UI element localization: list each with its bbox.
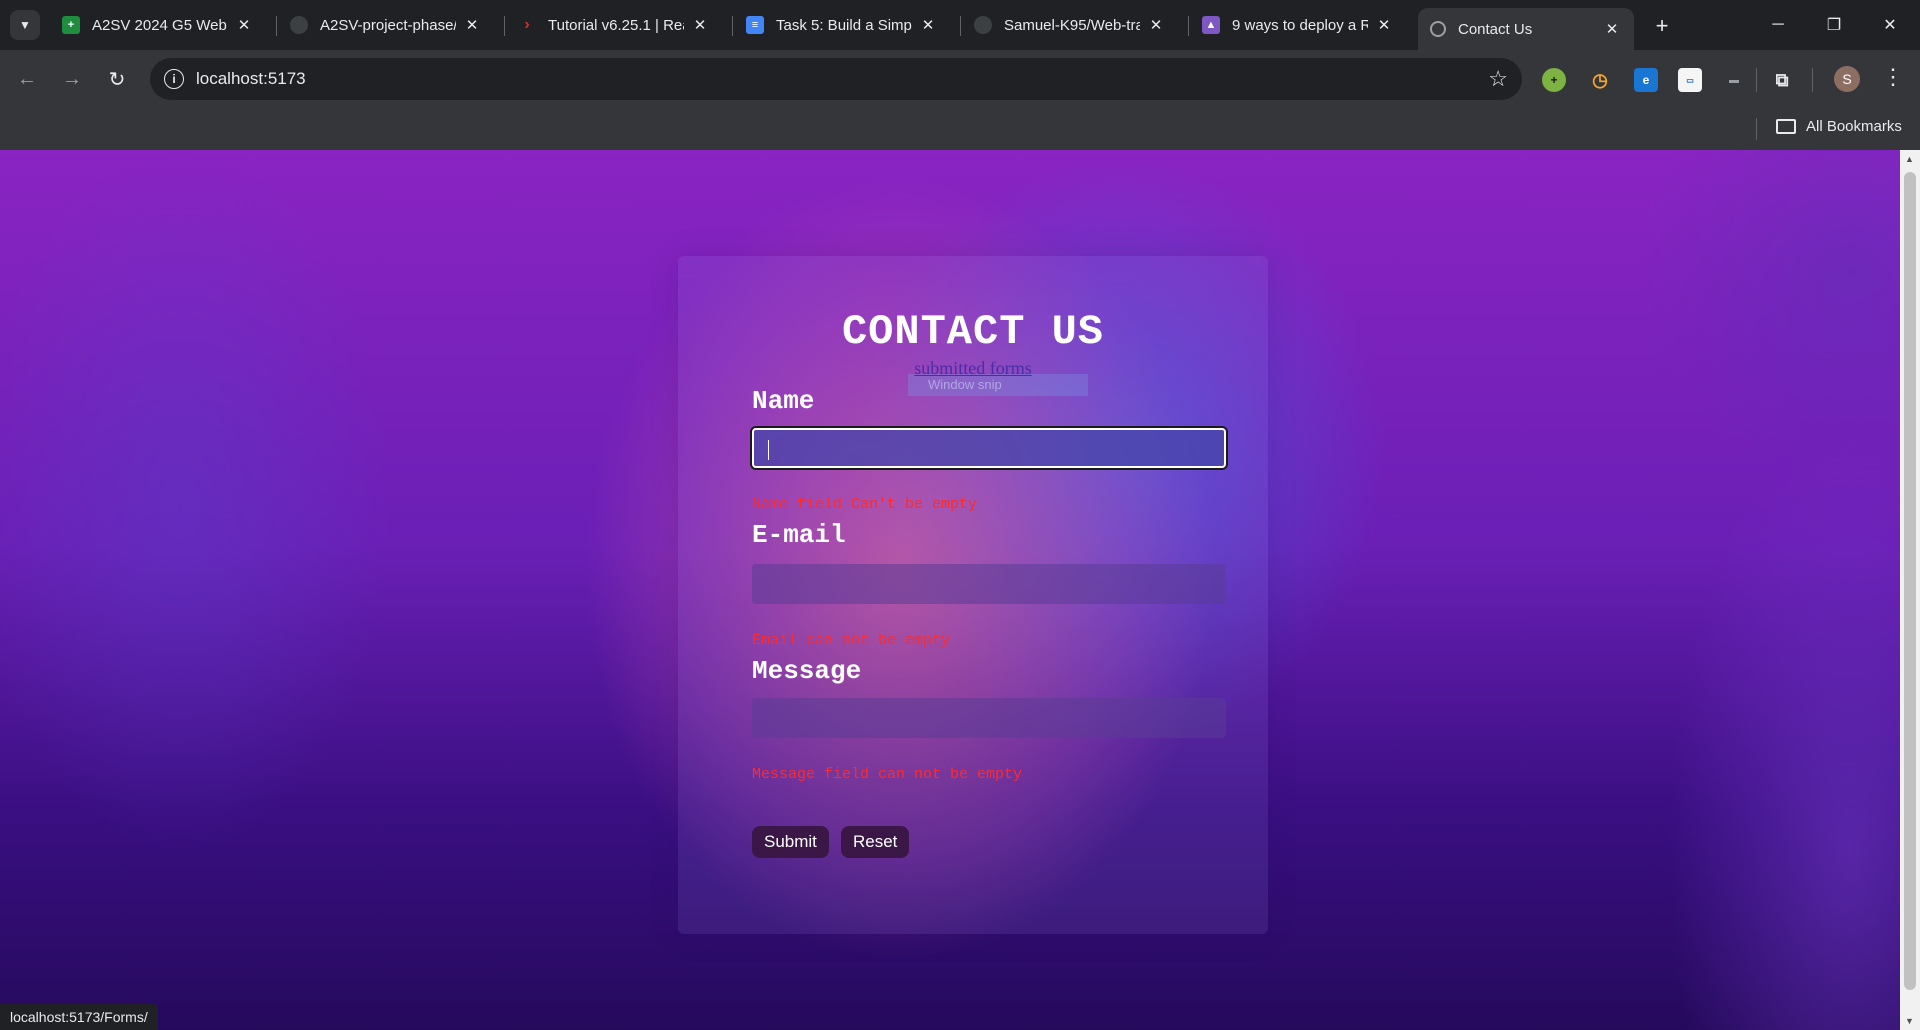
scroll-up-icon[interactable]: ▲ <box>1905 154 1914 164</box>
email-error: Email can not be empty <box>752 632 951 649</box>
tab-title: A2SV-project-phase/ <box>320 16 456 34</box>
folder-icon <box>1776 119 1796 134</box>
docs-icon: ≡ <box>746 16 764 34</box>
message-field[interactable] <box>752 698 1226 738</box>
sheets-icon: + <box>62 16 80 34</box>
minimize-button[interactable]: ─ <box>1750 0 1806 50</box>
tab-search-button[interactable]: ▼ <box>10 10 40 40</box>
tab-deploy[interactable]: ▲ 9 ways to deploy a R ✕ <box>1190 8 1406 42</box>
more-menu-icon[interactable]: ⋮ <box>1882 64 1904 90</box>
email-field[interactable] <box>752 564 1226 604</box>
tab-divider <box>1188 16 1189 36</box>
tab-task5[interactable]: ≡ Task 5: Build a Simple ✕ <box>734 8 950 42</box>
status-bar-url: localhost:5173/Forms/ <box>0 1004 158 1030</box>
site-info-icon[interactable]: i <box>164 69 184 89</box>
tab-tutorial[interactable]: › Tutorial v6.25.1 | Rea ✕ <box>506 8 722 42</box>
profile-avatar[interactable]: S <box>1834 66 1860 92</box>
tab-contact-us[interactable]: Contact Us ✕ <box>1418 8 1634 50</box>
extension-plus-icon[interactable]: + <box>1542 68 1566 92</box>
github-icon <box>290 16 308 34</box>
all-bookmarks-label: All Bookmarks <box>1806 118 1902 135</box>
all-bookmarks-button[interactable]: All Bookmarks <box>1776 118 1902 135</box>
tab-title: A2SV 2024 G5 Web L <box>92 16 228 34</box>
tab-a2sv-project[interactable]: A2SV-project-phase/ ✕ <box>278 8 494 42</box>
email-label: E-mail <box>752 520 846 550</box>
tab-title: Task 5: Build a Simple <box>776 16 912 34</box>
arrow-left-icon: ← <box>17 67 37 90</box>
submit-button[interactable]: Submit <box>752 826 829 858</box>
github-icon <box>974 16 992 34</box>
close-icon[interactable]: ✕ <box>1374 15 1394 35</box>
name-label: Name <box>752 386 815 416</box>
extensions-puzzle-icon[interactable]: ⧉ <box>1770 68 1794 92</box>
message-error: Message field can not be empty <box>752 766 1023 783</box>
forward-button[interactable]: → <box>57 64 87 94</box>
extension-box-icon[interactable]: ▭ <box>1678 68 1702 92</box>
close-icon[interactable]: ✕ <box>690 15 710 35</box>
tab-divider <box>960 16 961 36</box>
name-field[interactable] <box>752 428 1226 468</box>
reload-icon: ↻ <box>108 68 126 91</box>
address-url[interactable]: localhost:5173 <box>196 69 306 89</box>
toolbar-divider <box>1756 68 1757 92</box>
close-icon[interactable]: ✕ <box>918 15 938 35</box>
page-title: CONTACT US <box>841 308 1105 356</box>
close-icon[interactable]: ✕ <box>234 15 254 35</box>
submitted-forms-link[interactable]: submitted forms <box>678 358 1268 379</box>
browser-toolbar: ← → ↻ i localhost:5173 ☆ + ◷ e ▭ ▬ ⧉ S ⋮ <box>0 50 1920 108</box>
tab-title: 9 ways to deploy a R <box>1232 16 1368 34</box>
bookmarks-divider <box>1756 118 1757 140</box>
address-bar[interactable]: i localhost:5173 ☆ <box>150 58 1522 100</box>
extension-timer-icon[interactable]: ◷ <box>1588 68 1612 92</box>
article-icon: ▲ <box>1202 16 1220 34</box>
extension-e-icon[interactable]: e <box>1634 68 1658 92</box>
extension-grey-icon[interactable]: ▬ <box>1722 68 1746 92</box>
contact-form-card: CONTACT US Window snip submitted forms N… <box>678 256 1268 934</box>
close-icon[interactable]: ✕ <box>1146 15 1166 35</box>
tab-strip: ▼ + A2SV 2024 G5 Web L ✕ A2SV-project-ph… <box>0 0 1920 50</box>
globe-icon <box>1430 21 1446 37</box>
tab-divider <box>732 16 733 36</box>
page-scrollbar[interactable]: ▲ ▼ <box>1900 150 1920 1030</box>
react-router-icon: › <box>524 16 530 33</box>
back-button[interactable]: ← <box>12 64 42 94</box>
tab-title: Contact Us <box>1458 20 1533 38</box>
chevron-down-icon: ▼ <box>19 18 31 32</box>
new-tab-button[interactable]: + <box>1648 12 1676 40</box>
tab-divider <box>276 16 277 36</box>
reload-button[interactable]: ↻ <box>102 64 132 94</box>
scroll-down-icon[interactable]: ▼ <box>1905 1016 1914 1026</box>
arrow-right-icon: → <box>62 67 82 90</box>
close-window-button[interactable]: ✕ <box>1862 0 1918 50</box>
name-error: Name field Can't be empty <box>752 496 978 513</box>
tab-title: Samuel-K95/Web-tra <box>1004 16 1140 34</box>
toolbar-divider <box>1812 68 1813 92</box>
bookmark-star-icon[interactable]: ☆ <box>1488 66 1508 92</box>
tab-divider <box>504 16 505 36</box>
tab-title: Tutorial v6.25.1 | Rea <box>548 16 684 34</box>
tab-samuel-repo[interactable]: Samuel-K95/Web-tra ✕ <box>962 8 1178 42</box>
message-label: Message <box>752 656 862 686</box>
tab-a2sv-sheet[interactable]: + A2SV 2024 G5 Web L ✕ <box>50 8 266 42</box>
page-viewport: CONTACT US Window snip submitted forms N… <box>0 150 1900 1030</box>
close-icon[interactable]: ✕ <box>1602 19 1622 39</box>
scroll-thumb[interactable] <box>1904 172 1916 990</box>
reset-button[interactable]: Reset <box>841 826 910 858</box>
text-caret <box>768 440 769 460</box>
restore-button[interactable]: ❐ <box>1806 0 1862 50</box>
bookmarks-bar: All Bookmarks <box>0 108 1920 150</box>
close-icon[interactable]: ✕ <box>462 15 482 35</box>
